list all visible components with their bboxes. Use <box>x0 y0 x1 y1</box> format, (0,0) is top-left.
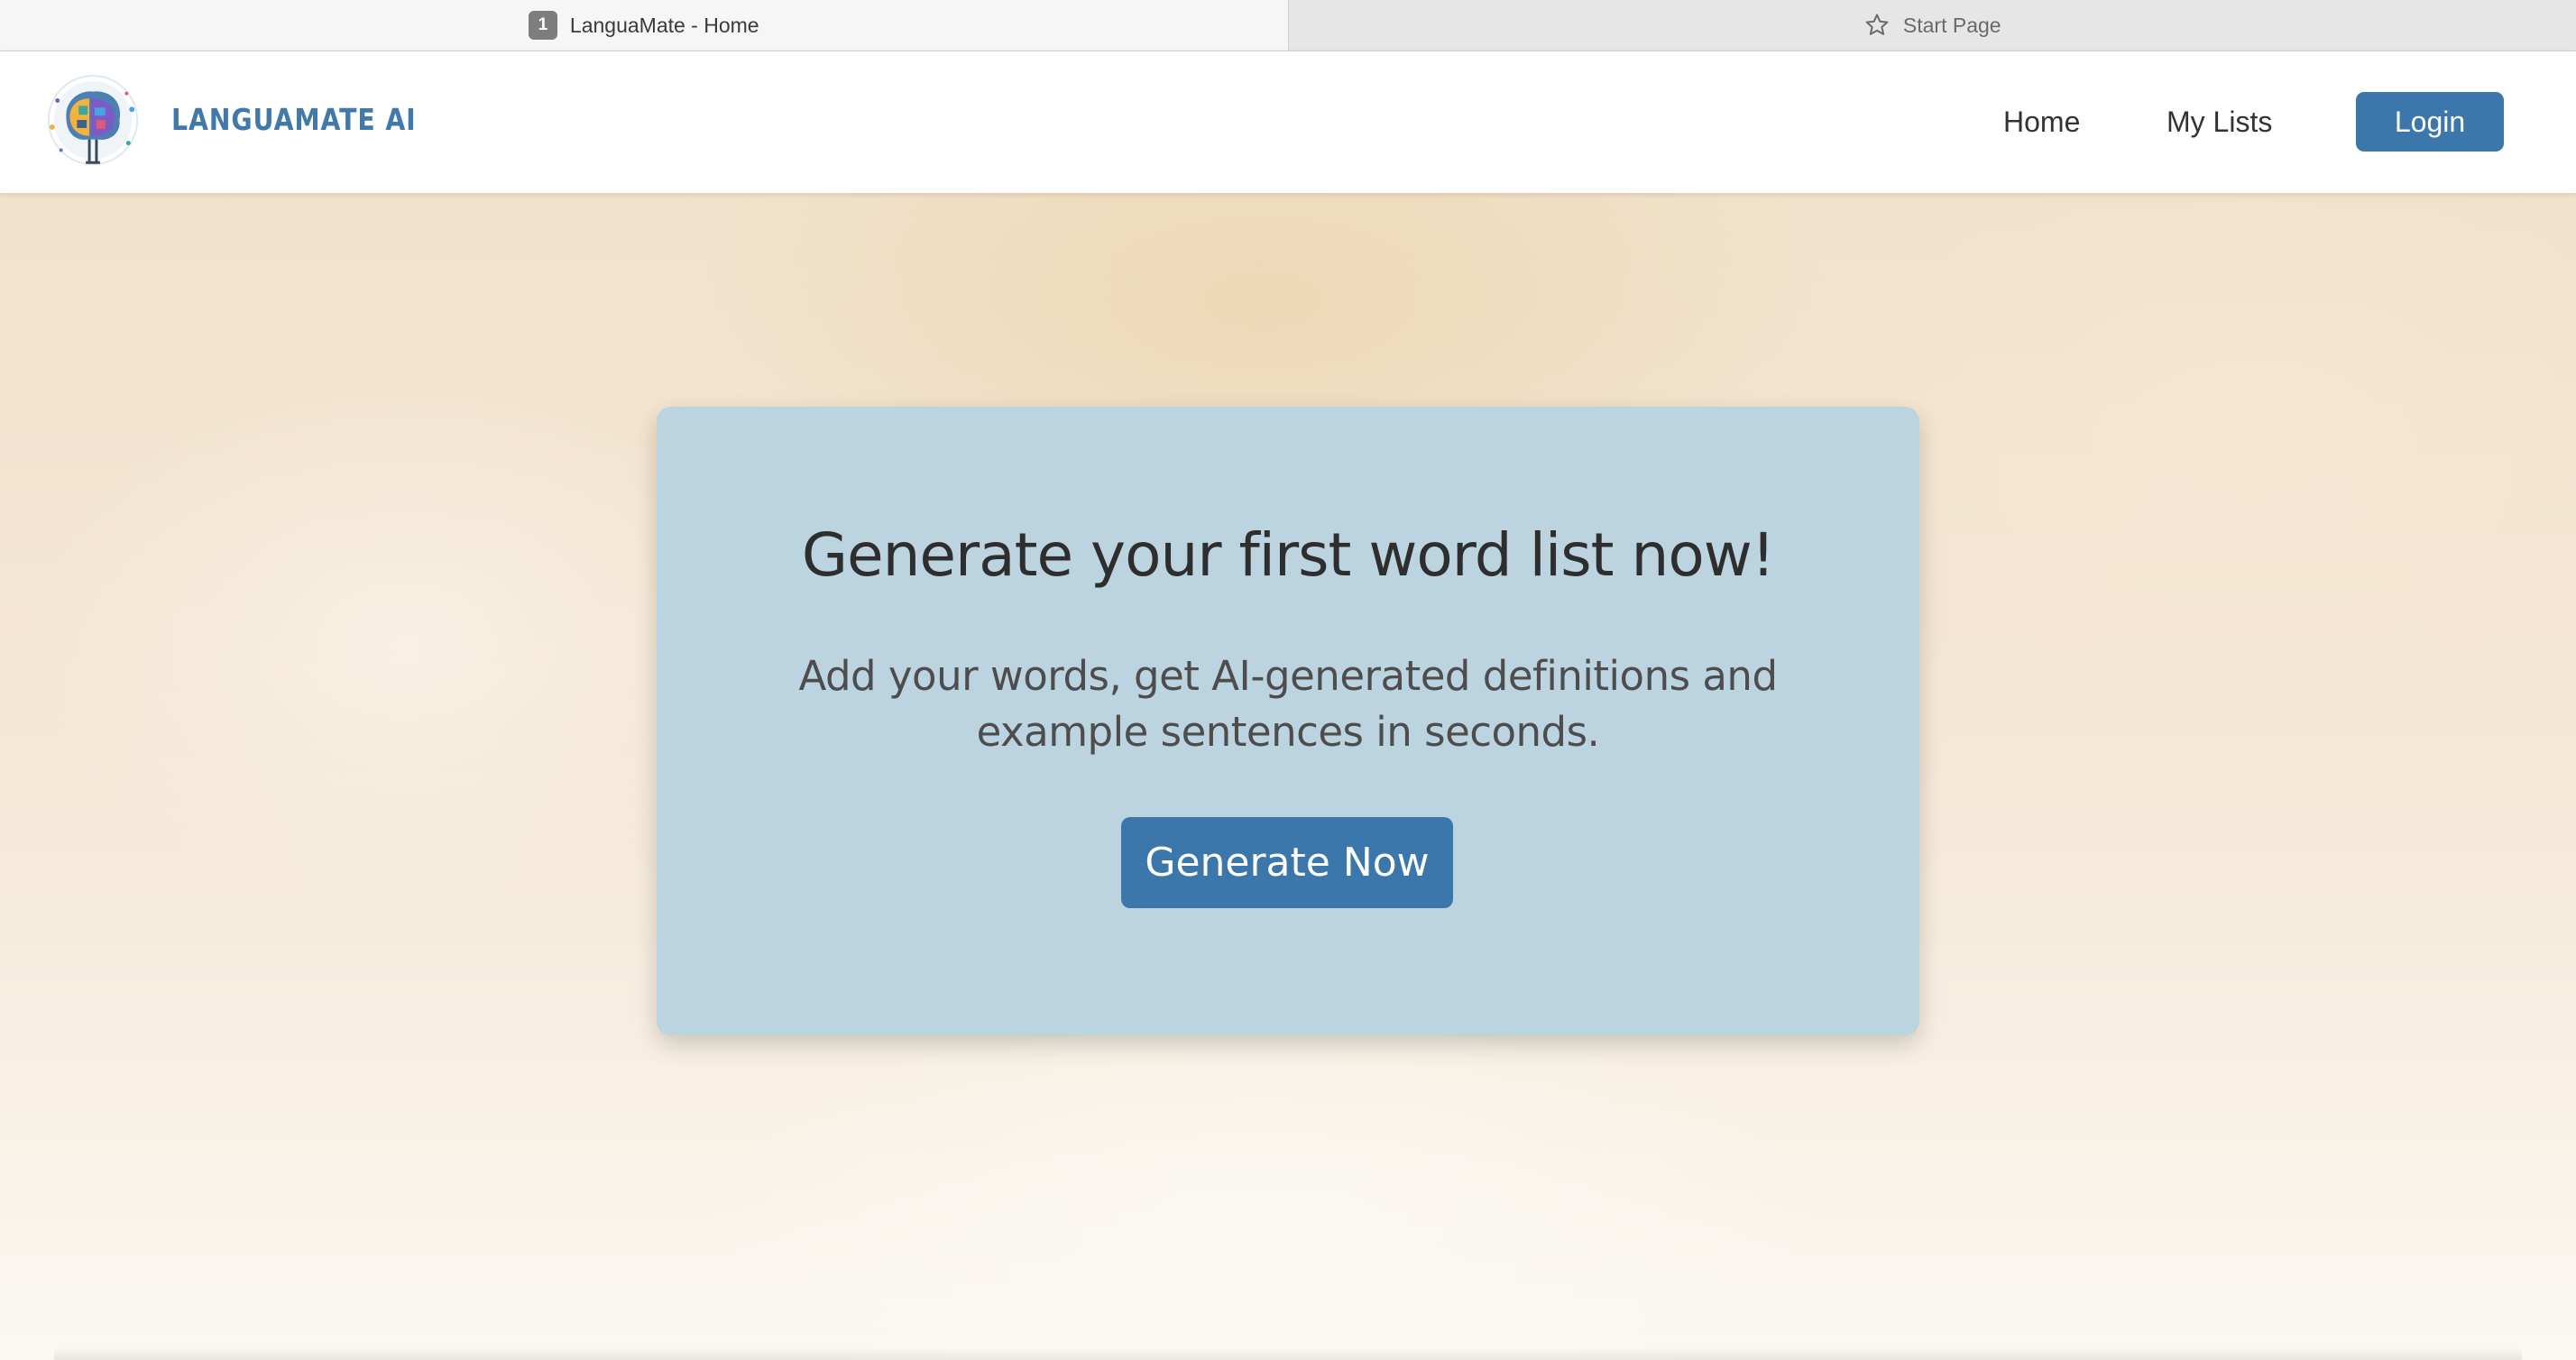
browser-tab-bar: 1 LanguaMate - Home Start Page <box>0 0 2576 51</box>
nav-my-lists-link[interactable]: My Lists <box>2167 106 2272 139</box>
tab-languamate-home[interactable]: 1 LanguaMate - Home <box>0 0 1289 51</box>
login-button[interactable]: Login <box>2356 92 2504 152</box>
generate-now-button[interactable]: Generate Now <box>1121 817 1453 908</box>
cta-title: Generate your first word list now! <box>801 520 1775 590</box>
star-icon <box>1865 14 1889 35</box>
tab-number-badge: 1 <box>528 11 557 40</box>
cta-subtitle: Add your words, get AI-generated definit… <box>798 652 1778 756</box>
cta-card: Generate your first word list now! Add y… <box>657 407 1919 1035</box>
tab-title: LanguaMate - Home <box>569 13 759 37</box>
brain-logo-icon[interactable] <box>40 74 146 173</box>
tab-title: Start Page <box>1902 13 2001 37</box>
section-divider-shadow <box>54 1347 2522 1360</box>
site-header: LANGUAMATE AI Home My Lists Login <box>0 51 2576 193</box>
brand-name[interactable]: LANGUAMATE AI <box>171 102 417 137</box>
nav-home-link[interactable]: Home <box>2003 106 2080 139</box>
tab-start-page[interactable]: Start Page <box>1289 0 2576 51</box>
